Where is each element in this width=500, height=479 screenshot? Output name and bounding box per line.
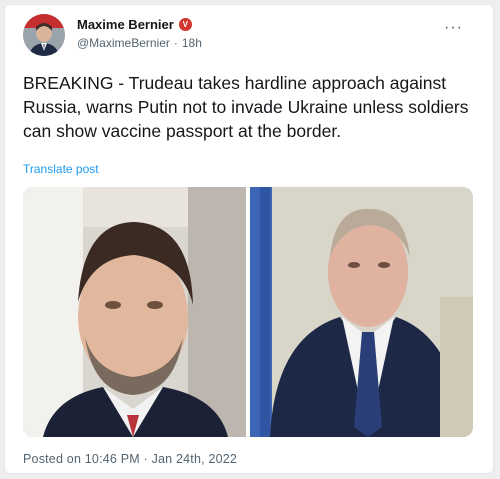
author-display-name[interactable]: Maxime Bernier bbox=[77, 17, 174, 32]
post-age[interactable]: 18h bbox=[182, 36, 202, 50]
tweet-card: Maxime Bernier V @MaximeBernier · 18h ··… bbox=[4, 4, 494, 474]
photo-left[interactable] bbox=[23, 187, 246, 437]
translate-post-link[interactable]: Translate post bbox=[23, 162, 99, 176]
tweet-media[interactable] bbox=[23, 187, 473, 437]
author-handle-row: @MaximeBernier · 18h bbox=[77, 36, 202, 50]
verified-badge-icon: V bbox=[178, 18, 192, 31]
more-horizontal-icon[interactable]: ··· bbox=[444, 20, 463, 36]
posted-timestamp: Posted on 10:46 PM · Jan 24th, 2022 bbox=[23, 452, 238, 466]
author-avatar[interactable] bbox=[23, 14, 65, 56]
tweet-text: BREAKING - Trudeau takes hardline approa… bbox=[23, 73, 469, 141]
author-name-row: Maxime Bernier V bbox=[77, 17, 192, 32]
author-handle[interactable]: @MaximeBernier bbox=[77, 36, 170, 50]
photo-right[interactable] bbox=[250, 187, 473, 437]
separator-dot: · bbox=[173, 36, 178, 50]
